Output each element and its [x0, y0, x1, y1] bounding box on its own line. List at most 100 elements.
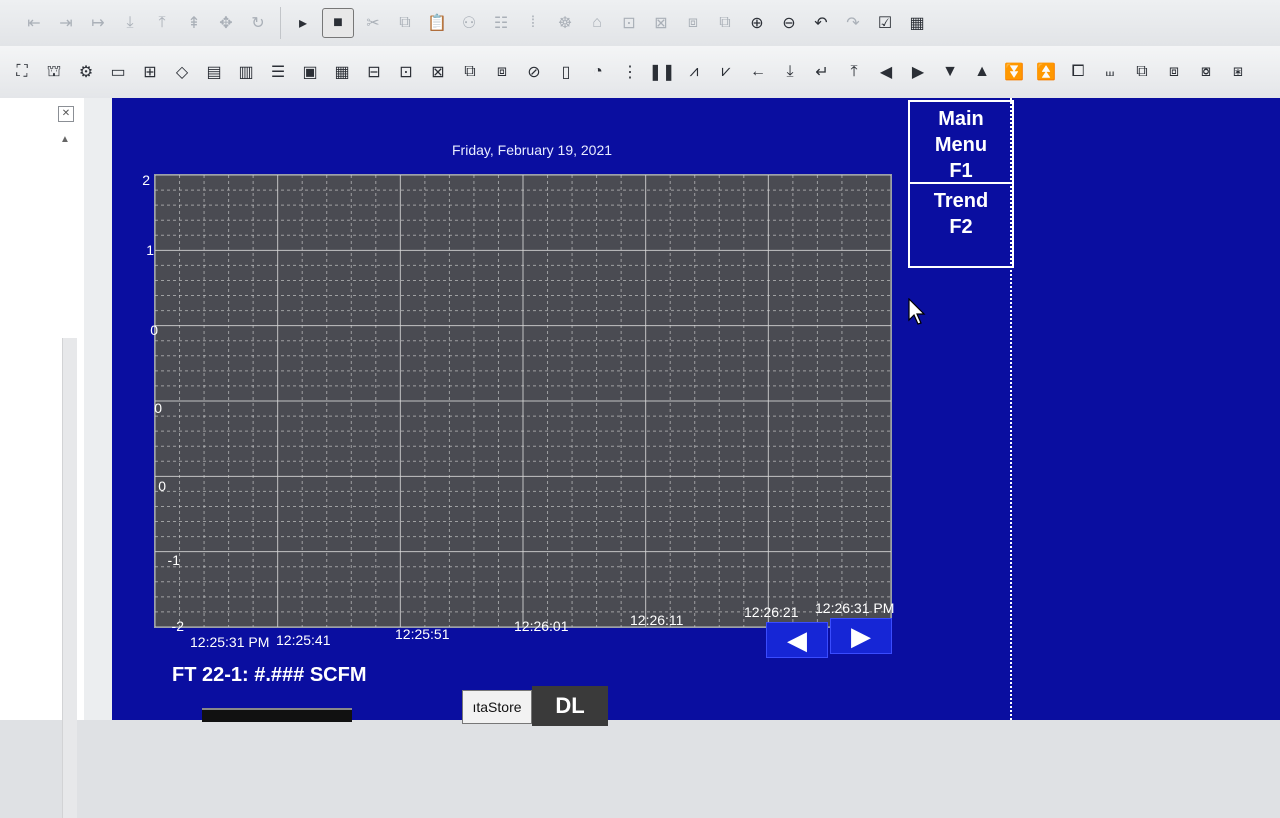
- tool-icon[interactable]: ⧉: [712, 10, 738, 36]
- object-icon[interactable]: ◇: [169, 59, 195, 85]
- trend-next-button[interactable]: ▶: [830, 618, 892, 654]
- y-tick-label: 0: [158, 478, 166, 494]
- y-tick-label: -2: [171, 618, 184, 634]
- enter-icon[interactable]: ↵: [809, 59, 835, 85]
- object-icon[interactable]: ▦: [329, 59, 355, 85]
- x-tick-label: 12:26:11: [630, 612, 684, 628]
- redo-icon[interactable]: ↷: [840, 10, 866, 36]
- object-icon[interactable]: ⧇: [1193, 59, 1219, 85]
- zoom-in-icon[interactable]: ⊕: [744, 10, 770, 36]
- object-icon[interactable]: ⧉: [457, 59, 483, 85]
- trend-button[interactable]: Trend F2: [908, 182, 1014, 268]
- group-icon[interactable]: ⚇: [456, 10, 482, 36]
- step-icon[interactable]: ⤓: [117, 10, 143, 36]
- zoom-out-icon[interactable]: ⊖: [776, 10, 802, 36]
- object-icon[interactable]: ⊟: [361, 59, 387, 85]
- trend-date: Friday, February 19, 2021: [452, 142, 613, 158]
- canvas-margin: [84, 98, 112, 720]
- triangle-down-icon[interactable]: ▼: [937, 59, 963, 85]
- trend-prev-button[interactable]: ◀: [766, 622, 828, 658]
- project-panel: ✕ ▲: [0, 98, 85, 818]
- y-tick-label: 0: [154, 400, 162, 416]
- object-icon[interactable]: ⊞: [137, 59, 163, 85]
- step-icon[interactable]: ↻: [245, 10, 271, 36]
- debug-tools: ⇤ ⇥ ↦ ⤓ ⤒ ⇞ ✥ ↻: [18, 10, 274, 36]
- object-icon[interactable]: ☰: [265, 59, 291, 85]
- paste-icon[interactable]: 📋: [424, 10, 450, 36]
- object-icon[interactable]: ◔: [585, 59, 611, 85]
- scroll-up-icon[interactable]: ▲: [60, 134, 70, 145]
- object-icon[interactable]: ⧆: [1225, 59, 1251, 85]
- arrow-left-icon[interactable]: ←: [745, 59, 771, 85]
- trend-plot: [154, 174, 892, 628]
- object-icon[interactable]: ⛶: [9, 59, 35, 85]
- step-icon[interactable]: ⇤: [21, 10, 47, 36]
- object-icon[interactable]: ⧢: [1097, 59, 1123, 85]
- step-icon[interactable]: ⤒: [149, 10, 175, 36]
- chart-icon[interactable]: ▯: [553, 59, 579, 85]
- trend-icon[interactable]: ⩘: [681, 59, 707, 85]
- copy-icon[interactable]: ⧉: [392, 10, 418, 36]
- y-tick-label: 2: [142, 172, 150, 188]
- pause-icon[interactable]: ❚❚: [649, 59, 676, 85]
- step-icon[interactable]: ✥: [213, 10, 239, 36]
- object-icon[interactable]: ⊡: [393, 59, 419, 85]
- tool-icon[interactable]: ⊠: [648, 10, 674, 36]
- datastore-button[interactable]: ıtaStore: [462, 690, 532, 724]
- main-menu-button[interactable]: Main Menu F1: [908, 100, 1014, 186]
- tool-icon[interactable]: ⊡: [616, 10, 642, 36]
- x-tick-label: 12:26:01: [514, 618, 569, 634]
- dl-button[interactable]: DL: [532, 686, 608, 726]
- step-icon[interactable]: ↦: [85, 10, 111, 36]
- flow-readout: FT 22-1: #.### SCFM: [172, 664, 367, 686]
- x-tick-label: 12:26:21: [744, 604, 799, 620]
- screen-boundary: [1010, 98, 1012, 720]
- properties-icon[interactable]: ☑: [872, 10, 898, 36]
- object-icon[interactable]: ▣: [297, 59, 323, 85]
- tool-icon[interactable]: ⧈: [680, 10, 706, 36]
- grid-icon[interactable]: ▦: [904, 10, 930, 36]
- close-icon[interactable]: ✕: [58, 106, 74, 122]
- x-tick-label: 12:25:31 PM: [190, 634, 270, 650]
- hmi-screen: Friday, February 19, 2021 2 1 0 0 0 -1 -…: [112, 98, 1280, 726]
- triangle-left-icon[interactable]: ◀: [873, 59, 899, 85]
- step-icon[interactable]: ⇥: [53, 10, 79, 36]
- triangle-right-icon[interactable]: ▶: [905, 59, 931, 85]
- object-icon[interactable]: ⋮: [617, 59, 643, 85]
- cut-icon[interactable]: ✂: [360, 10, 386, 36]
- object-icon[interactable]: ⧠: [1065, 59, 1091, 85]
- object-icon[interactable]: ▤: [201, 59, 227, 85]
- y-tick-label: 0: [150, 322, 158, 338]
- step-icon[interactable]: ⇞: [181, 10, 207, 36]
- x-tick-label: 12:26:31 PM: [815, 600, 895, 616]
- object-icon[interactable]: ⧉: [1129, 59, 1155, 85]
- object-icon[interactable]: ⚙: [73, 59, 99, 85]
- object-icon[interactable]: ▥: [233, 59, 259, 85]
- object-icon[interactable]: ▭: [105, 59, 131, 85]
- play-icon[interactable]: ▸: [290, 10, 316, 36]
- undo-icon[interactable]: ↶: [808, 10, 834, 36]
- object-icon[interactable]: ⧈: [1161, 59, 1187, 85]
- x-tick-label: 12:25:41: [276, 632, 331, 648]
- double-up-icon[interactable]: ⏫: [1033, 59, 1059, 85]
- trend-icon[interactable]: ⩗: [713, 59, 739, 85]
- align-icon[interactable]: ☷: [488, 10, 514, 36]
- double-down-icon[interactable]: ⏬: [1001, 59, 1027, 85]
- mouse-cursor-icon: [908, 298, 926, 325]
- toolbar-separator: [280, 7, 281, 39]
- arrow-up-icon[interactable]: ⤒: [841, 59, 867, 85]
- arrow-down-icon[interactable]: ⤓: [777, 59, 803, 85]
- object-icon[interactable]: ⧈: [489, 59, 515, 85]
- object-icon[interactable]: ⊠: [425, 59, 451, 85]
- triangle-up-icon[interactable]: ▲: [969, 59, 995, 85]
- trend-grid: [155, 175, 891, 627]
- x-tick-label: 12:25:51: [395, 626, 450, 642]
- align-icon[interactable]: ⁞: [520, 10, 546, 36]
- object-icon[interactable]: ⊘: [521, 59, 547, 85]
- tool-icon[interactable]: ⌂: [584, 10, 610, 36]
- panel-scrollbar[interactable]: [62, 338, 77, 818]
- tool-icon[interactable]: ☸: [552, 10, 578, 36]
- object-icon[interactable]: ⛫: [41, 59, 67, 85]
- toolbar-row-1: ⇤ ⇥ ↦ ⤓ ⤒ ⇞ ✥ ↻ ▸ ■ ✂ ⧉ 📋 ⚇ ☷ ⁞ ☸ ⌂ ⊡ ⊠ …: [0, 0, 1280, 47]
- stop-icon[interactable]: ■: [322, 8, 354, 38]
